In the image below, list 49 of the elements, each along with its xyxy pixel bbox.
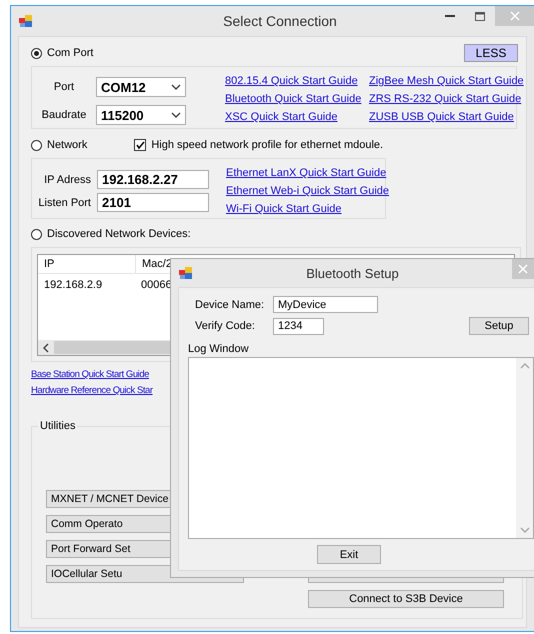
field-label: Port [54,81,74,93]
field-label: Baudrate [42,109,86,121]
radio-button[interactable]: Network [31,139,88,151]
dropdown-icon [171,82,181,92]
verify-code-field[interactable]: 1234 [273,318,324,334]
scroll-left-icon [41,342,51,352]
guide-link[interactable]: ZRS RS-232 Quick Start Guide [369,92,529,107]
checkmark-icon [135,140,146,150]
guide-link[interactable]: Wi-Fi Quick Start Guide [226,202,390,217]
dialog-title: Bluetooth Setup [306,266,399,280]
setup-button[interactable]: Setup [469,317,529,335]
table-cell-text: 192.168.2.9 [43,278,104,293]
checkbox[interactable]: High speed network profile for ethernet mdoule. [134,139,384,151]
scroll-up-icon [520,361,530,371]
close-icon [518,264,528,274]
radio-button[interactable]: Discovered Network Devices: [31,228,191,240]
maximize-icon [475,12,485,20]
guide-link[interactable]: Hardware Reference Quick Star [31,383,153,399]
field-label: IP Adress [44,174,91,186]
guide-link[interactable]: 802.15.4 Quick Start Guide [225,74,369,89]
device-name-field[interactable]: MyDevice [273,296,378,313]
guide-link[interactable]: Ethernet Web-i Quick Start Guide [226,184,390,199]
guide-link[interactable]: ZigBee Mesh Quick Start Guide [369,74,529,89]
app-icon [179,267,193,279]
scroll-down-icon [520,525,530,535]
port-combobox[interactable]: COM12 [96,77,186,97]
close-icon [510,11,520,21]
minimize-icon [445,14,455,18]
column-header[interactable]: IP [38,255,135,273]
guide-link[interactable]: XSC Quick Start Guide [225,110,369,125]
exit-button[interactable]: Exit [317,545,381,564]
guide-link[interactable]: Bluetooth Quick Start Guide [225,92,369,107]
radio-button[interactable]: Com Port [31,47,94,59]
dropdown-icon [171,110,181,120]
less-button[interactable]: LESS [464,44,518,62]
field-label: Listen Port [38,196,91,208]
group-title: Utilities [38,420,78,432]
log-label: Log Window [188,343,249,355]
listen-port-field[interactable]: 2101 [97,193,209,212]
field-label: Verify Code: [195,320,256,332]
baudrate-combobox[interactable]: 115200 [96,105,186,125]
ip-address-field[interactable]: 192.168.2.27 [97,170,209,189]
app-icon [19,15,33,27]
guide-link[interactable]: ZUSB USB Quick Start Guide [369,110,529,125]
guide-link[interactable]: Ethernet LanX Quick Start Guide [226,166,390,181]
window-title: Select Connection [223,13,337,29]
guide-link[interactable]: Base Station Quick Start Guide [31,367,149,383]
field-label: Device Name: [195,298,266,310]
utility-button[interactable]: Connect to S3B Device [308,590,504,608]
